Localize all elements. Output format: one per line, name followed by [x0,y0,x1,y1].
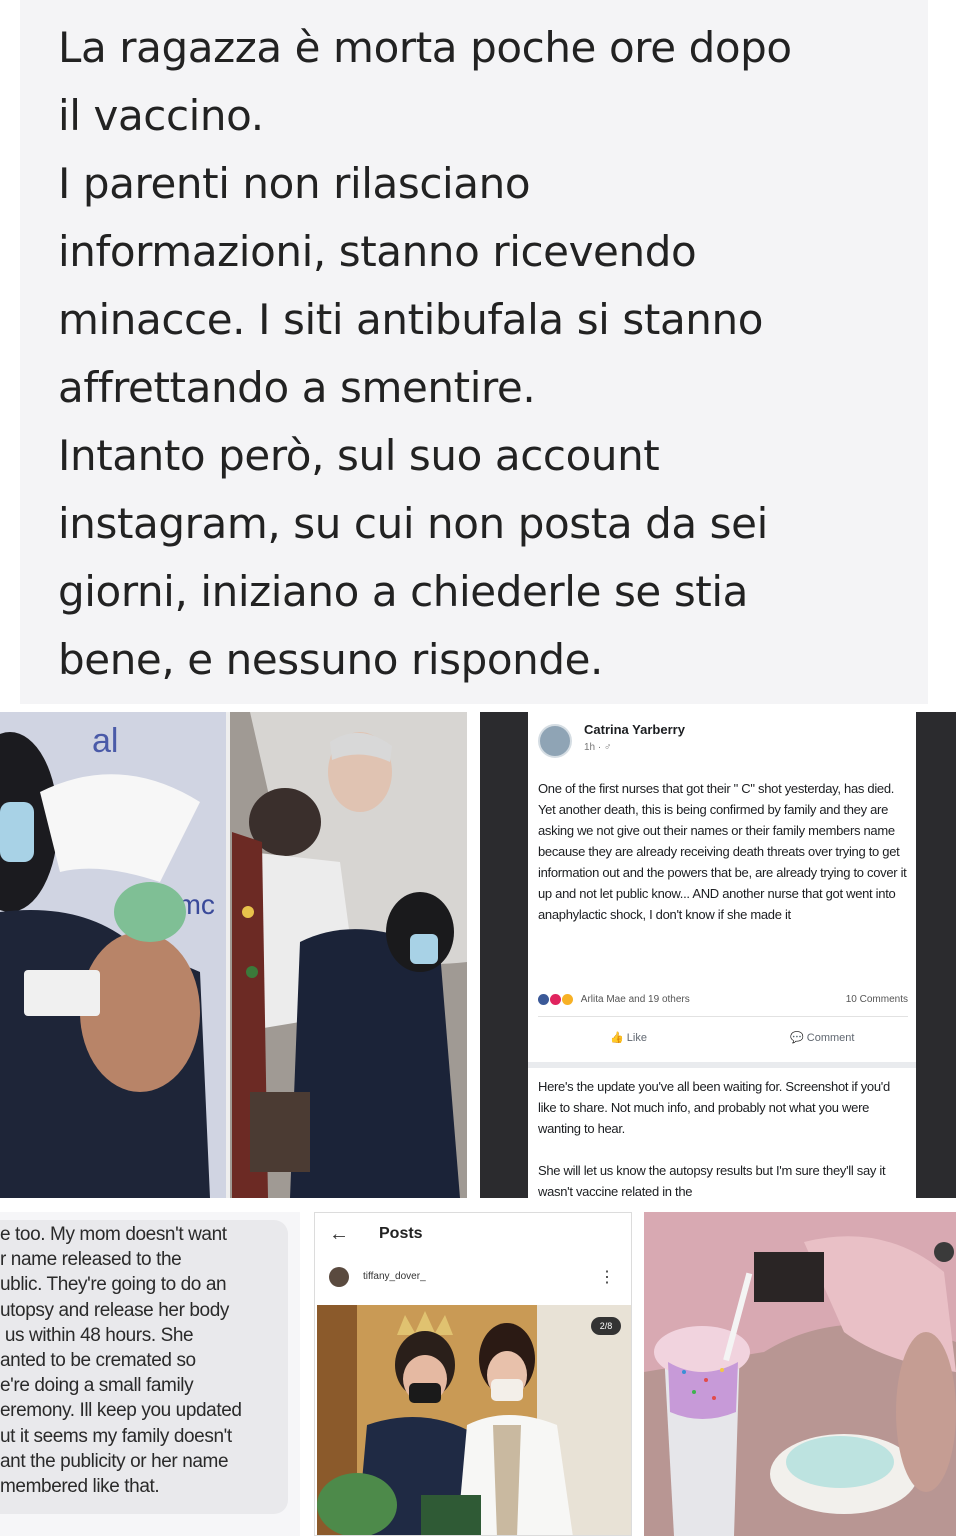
post-line: affrettando a smentire. [58,363,536,412]
page-title: Posts [379,1225,423,1242]
thumbs-up-icon: 👍 [610,1032,627,1044]
message-screenshot: e too. My mom doesn't want r name releas… [0,1212,300,1536]
post-line: instagram, su cui non posta da sei [58,499,768,548]
instagram-photo-illustration [317,1305,631,1535]
like-label: Like [626,1032,647,1044]
avatar[interactable] [538,724,572,758]
post-line: bene, e nessuno risponde. [58,635,604,684]
instagram-post-screenshot: ← Posts tiffany_dover_ ⋮ 2/8 [314,1212,632,1536]
comments-count[interactable]: 10 Comments [846,994,908,1005]
username[interactable]: tiffany_dover_ [363,1271,426,1282]
instagram-photo[interactable]: 2/8 [317,1305,631,1535]
reactions-names: Arlita Mae and 19 others [580,994,690,1005]
post-line: La ragazza è morta poche ore dopo [58,23,792,72]
speech-bubble-icon: 💬 [790,1032,807,1044]
post-line: giorni, iniziano a chiederle se stia [58,567,748,616]
post-body: One of the first nurses that got their "… [538,781,907,922]
post-actions: 👍 Like 💬 Comment [538,1016,908,1056]
post-line: minacce. I siti antibufala si stanno [58,295,764,344]
author-name[interactable]: Catrina Yarberry [584,722,685,737]
vaccination-photo: al emc [0,712,467,1198]
haha-reaction-icon [562,994,573,1005]
post-line: informazioni, stanno ricevendo [58,227,697,276]
divider [528,1062,916,1068]
back-arrow-icon[interactable]: ← [329,1223,349,1246]
vaccination-photo-illustration: al emc [0,712,467,1198]
more-options-icon[interactable]: ⋮ [599,1267,615,1287]
like-reaction-icon [538,994,549,1005]
facebook-post-card: Catrina Yarberry 1h · ♂ One of the first… [528,712,916,1198]
milkshake-photo-illustration [644,1212,956,1536]
milkshake-photo [644,1212,956,1536]
post-text-card: La ragazza è morta poche ore dopo il vac… [20,0,928,704]
update-text-continued: She will let us know the autopsy results… [538,1163,886,1198]
avatar[interactable] [329,1267,349,1287]
carousel-badge: 2/8 [591,1317,621,1335]
post-line: I parenti non rilasciano [58,159,531,208]
facebook-post-screenshot: Catrina Yarberry 1h · ♂ One of the first… [480,712,956,1198]
update-text: Here's the update you've all been waitin… [538,1079,890,1136]
reactions-bar[interactable]: Arlita Mae and 19 others 10 Comments [538,994,908,1012]
message-text: e too. My mom doesn't want r name releas… [0,1224,242,1498]
comment-button[interactable]: 💬 Comment [790,1031,854,1044]
post-line: il vaccino. [58,91,264,140]
post-line: Intanto però, sul suo account [58,431,660,480]
love-reaction-icon [550,994,561,1005]
sign-text-left: al [92,722,118,760]
comment-label: Comment [806,1032,855,1044]
like-button[interactable]: 👍 Like [610,1031,647,1044]
post-meta: 1h · ♂ [584,742,612,753]
